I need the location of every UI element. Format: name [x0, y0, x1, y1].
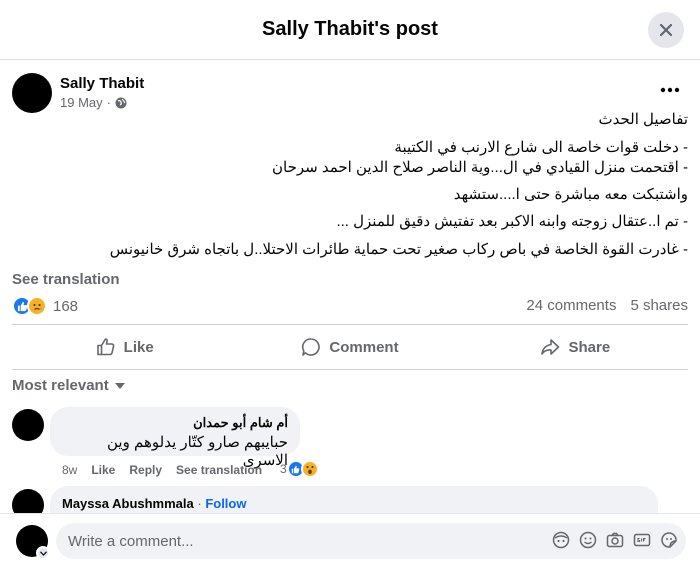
post-text-line: واشتبكت معه مباشرة حتى ا....ستشهد [453, 186, 688, 203]
sticker-button[interactable] [660, 531, 678, 549]
post-text-line: - اقتحمت منزل القيادي في ال...وية الناصر… [271, 159, 688, 176]
name-separator: · [193, 496, 206, 511]
post-text-line: - تم ا..عتقال زوجته وابنه الاكبر بعد تفت… [336, 213, 688, 230]
thumbs-up-icon [96, 338, 115, 356]
sort-label: Most relevant [12, 377, 109, 394]
post-meta: 19 May · [60, 95, 127, 110]
comment-reactions[interactable]: 3 [280, 460, 319, 478]
sticker-icon [661, 532, 677, 548]
gif-icon [633, 533, 651, 547]
share-icon [541, 339, 560, 355]
dialog-title: Sally Thabit's post [262, 18, 438, 40]
comment-composer: Write a comment... [0, 513, 700, 577]
emoji-icon [579, 531, 597, 549]
wow-reaction-icon [300, 460, 319, 478]
comment-time[interactable]: 8w [62, 463, 77, 477]
like-label: Like [123, 338, 154, 356]
dialog-header: Sally Thabit's post [0, 0, 700, 60]
emoji-button[interactable] [579, 531, 597, 549]
comment-label: Comment [329, 338, 399, 356]
close-button[interactable] [648, 12, 684, 48]
comment-header: Mayssa Abushmmala · Follow [62, 496, 646, 511]
commenter-name[interactable]: أم شام أبو حمدان [62, 415, 288, 431]
comments-sort-dropdown[interactable]: Most relevant [12, 377, 125, 394]
chevron-down-icon [39, 550, 47, 556]
globe-icon [115, 97, 127, 108]
comment-icon [302, 338, 321, 356]
commenter-name[interactable]: Mayssa Abushmmala [62, 496, 194, 511]
caret-down-icon [114, 382, 125, 389]
post-text-line: تفاصيل الحدث [598, 111, 688, 128]
comment-actions: 8w Like Reply See translation [62, 463, 262, 477]
comment-button[interactable]: Comment [237, 325, 462, 369]
sad-reaction-icon [27, 296, 47, 316]
post-stats: 24 comments 5 shares [526, 297, 688, 314]
comment-reaction-count: 3 [280, 462, 287, 476]
shares-count[interactable]: 5 shares [630, 297, 688, 314]
author-avatar[interactable] [12, 73, 52, 113]
post-action-bar: Like Comment Share [12, 324, 688, 370]
comment-like-button[interactable]: Like [91, 463, 115, 477]
more-options-icon [660, 87, 680, 93]
like-button[interactable]: Like [12, 325, 237, 369]
post-options-button[interactable] [656, 78, 684, 102]
share-button[interactable]: Share [463, 325, 688, 369]
camera-icon [606, 532, 624, 548]
comment-see-translation[interactable]: See translation [176, 463, 262, 477]
post-text-line: - غادرت القوة الخاصة في باص ركاب صغير تح… [109, 241, 688, 258]
composer-tools [552, 531, 678, 549]
meta-separator: · [106, 95, 111, 110]
gif-button[interactable] [633, 531, 651, 549]
profile-switch-badge[interactable] [36, 546, 50, 560]
camera-button[interactable] [606, 531, 624, 549]
commenter-avatar[interactable] [12, 409, 44, 441]
follow-button[interactable]: Follow [205, 496, 246, 511]
avatar-sticker-button[interactable] [552, 531, 570, 549]
post-text-line: - دخلت قوات خاصة الى شارع الارنب في الكت… [394, 139, 688, 156]
comments-count[interactable]: 24 comments [526, 297, 616, 314]
avatar-sticker-icon [552, 531, 570, 549]
comment-reply-button[interactable]: Reply [129, 463, 162, 477]
share-label: Share [568, 338, 611, 356]
author-name[interactable]: Sally Thabit [60, 75, 144, 92]
comment-bubble: أم شام أبو حمدان حبايبهم صارو كتّار يدلو… [50, 407, 300, 469]
comment-input-placeholder: Write a comment... [68, 533, 194, 550]
comment-input[interactable]: Write a comment... [56, 523, 686, 559]
reaction-count: 168 [53, 297, 79, 315]
see-translation-link[interactable]: See translation [12, 271, 120, 288]
post-date[interactable]: 19 May [60, 95, 103, 110]
close-icon [659, 23, 673, 37]
reaction-summary[interactable]: 168 [12, 296, 78, 316]
